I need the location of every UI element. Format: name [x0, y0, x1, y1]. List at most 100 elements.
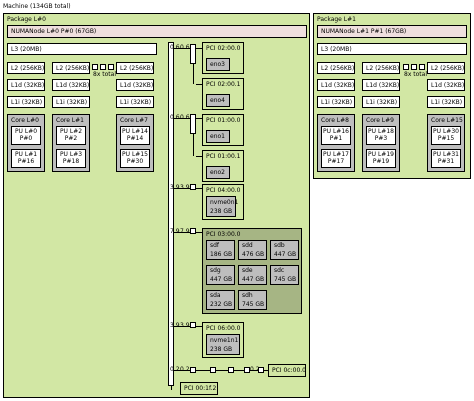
more-total-label: 8x total: [404, 71, 427, 78]
pu-box: PU L#19 P#19: [366, 149, 396, 168]
link-speed: 0.6: [170, 44, 180, 51]
l1i-label: L1i (32KB): [11, 99, 43, 106]
pu-label: PU L#3 P#18: [59, 151, 83, 165]
disk-name: sda: [210, 292, 221, 299]
disk-name: sdh: [242, 292, 253, 299]
l1i-label: L1i (32KB): [56, 99, 88, 106]
core-label: Core L#15: [431, 117, 463, 124]
pci-device: PCI 00:1f.2: [180, 382, 218, 395]
machine-title: Machine (134GB total): [3, 3, 71, 10]
pu-box: PU L#3 P#18: [56, 149, 86, 168]
disk-size: 745 GB: [274, 276, 297, 283]
disk: sdc 745 GB: [270, 265, 299, 285]
disk-size: 745 GB: [242, 301, 265, 308]
pu-label: PU L#2 P#2: [59, 128, 83, 142]
pu-box: PU L#15 P#30: [120, 149, 150, 168]
pu-box: PU L#18 P#3: [366, 126, 396, 145]
l1i-cache: L1i (32KB): [317, 96, 355, 108]
core-label: Core L#1: [56, 117, 84, 124]
pci-device-title: PCI 02:00.0: [206, 45, 241, 52]
pu-label: PU L#0 P#0: [14, 128, 38, 142]
numa-node-1: NUMANode L#1 P#1 (67GB): [317, 25, 467, 38]
l1d-label: L1d (32KB): [321, 82, 355, 89]
host-bridge: [168, 42, 174, 386]
pci-bridge: [190, 114, 196, 134]
disk: sda 232 GB: [206, 290, 235, 310]
l2-cache: L2 (256KB): [7, 62, 45, 74]
l1i-cache: L1i (32KB): [427, 96, 465, 108]
disk-size: 447 GB: [274, 251, 297, 258]
disk-size: 232 GB: [210, 301, 233, 308]
l3-label: L3 (20MB): [11, 46, 42, 53]
disk-name: sdf: [210, 242, 220, 249]
pci-bridge: [228, 367, 234, 373]
core-label: Core L#8: [321, 117, 349, 124]
more-indicator-square: [92, 64, 98, 70]
os-device: eno4: [206, 94, 230, 107]
pu-box: PU L#0 P#0: [11, 126, 41, 145]
l1i-cache: L1i (32KB): [362, 96, 400, 108]
pci-link: [174, 370, 270, 371]
os-device-label: nvme1n1: [210, 337, 239, 344]
disk: sdb 447 GB: [270, 240, 299, 260]
pci-bridge: [258, 367, 264, 373]
os-device: eno2: [206, 166, 230, 179]
pu-label: PU L#19 P#19: [368, 151, 394, 165]
pu-label: PU L#18 P#3: [368, 128, 394, 142]
link-speed: 0.6: [180, 44, 190, 51]
link-speed: 3.9: [180, 184, 190, 191]
l2-cache: L2 (256KB): [116, 62, 154, 74]
link-speed: 0.6: [180, 114, 190, 121]
disk: sde 447 GB: [238, 265, 267, 285]
l1d-cache: L1d (32KB): [52, 79, 90, 91]
pci-link: [193, 64, 194, 84]
pci-device-title: PCI 03:00.0: [206, 231, 241, 238]
pci-bridge: [190, 44, 196, 64]
disk-name: sdb: [274, 242, 285, 249]
l1d-label: L1d (32KB): [11, 82, 45, 89]
link-speed: 3.9: [170, 184, 180, 191]
l1i-label: L1i (32KB): [321, 99, 353, 106]
link-speed: 3.9: [180, 322, 190, 329]
l1d-label: L1d (32KB): [366, 82, 400, 89]
core-label: Core L#9: [366, 117, 394, 124]
pu-box: PU L#2 P#2: [56, 126, 86, 145]
l2-cache: L2 (256KB): [317, 62, 355, 74]
l1d-cache: L1d (32KB): [116, 79, 154, 91]
l2-label: L2 (256KB): [321, 65, 355, 72]
pu-label: PU L#16 P#1: [323, 128, 349, 142]
core-label: Core L#7: [120, 117, 148, 124]
l1d-cache: L1d (32KB): [317, 79, 355, 91]
l3-label: L3 (20MB): [321, 46, 352, 53]
more-indicator-square: [411, 64, 417, 70]
pci-device-title: PCI 04:00.0: [206, 187, 241, 194]
pci-bridge: [190, 322, 196, 328]
pci-device-title: PCI 01:00.1: [206, 153, 241, 160]
link-speed: 0.6: [170, 114, 180, 121]
l3-cache-1: L3 (20MB): [317, 43, 467, 55]
os-device-label: eno3: [210, 61, 225, 68]
pci-link: [196, 156, 202, 157]
link-speed: 7.9: [170, 228, 180, 235]
numa-node-0: NUMANode L#0 P#0 (67GB): [7, 25, 307, 38]
pu-label: PU L#31 P#31: [433, 151, 459, 165]
link-speed: 3.9: [170, 322, 180, 329]
os-device-label: eno2: [210, 169, 225, 176]
pu-label: PU L#14 P#14: [122, 128, 148, 142]
disk: sdf 186 GB: [206, 240, 235, 260]
pci-device-title: PCI 02:00.1: [206, 81, 241, 88]
l1d-label: L1d (32KB): [120, 82, 154, 89]
more-indicator-square: [108, 64, 114, 70]
pci-bridge: [190, 367, 196, 373]
pci-bridge: [190, 228, 196, 234]
pci-link: [196, 84, 202, 85]
l1i-cache: L1i (32KB): [116, 96, 154, 108]
pu-label: PU L#17 P#17: [323, 151, 349, 165]
pci-link: [171, 386, 172, 390]
package-0-title: Package L#0: [7, 16, 46, 23]
os-device-size: 238 GB: [210, 346, 233, 353]
l1i-label: L1i (32KB): [366, 99, 398, 106]
os-device-label: eno1: [210, 133, 225, 140]
os-device: nvme0n1 238 GB: [206, 196, 238, 217]
pu-box: PU L#31 P#31: [431, 149, 461, 168]
